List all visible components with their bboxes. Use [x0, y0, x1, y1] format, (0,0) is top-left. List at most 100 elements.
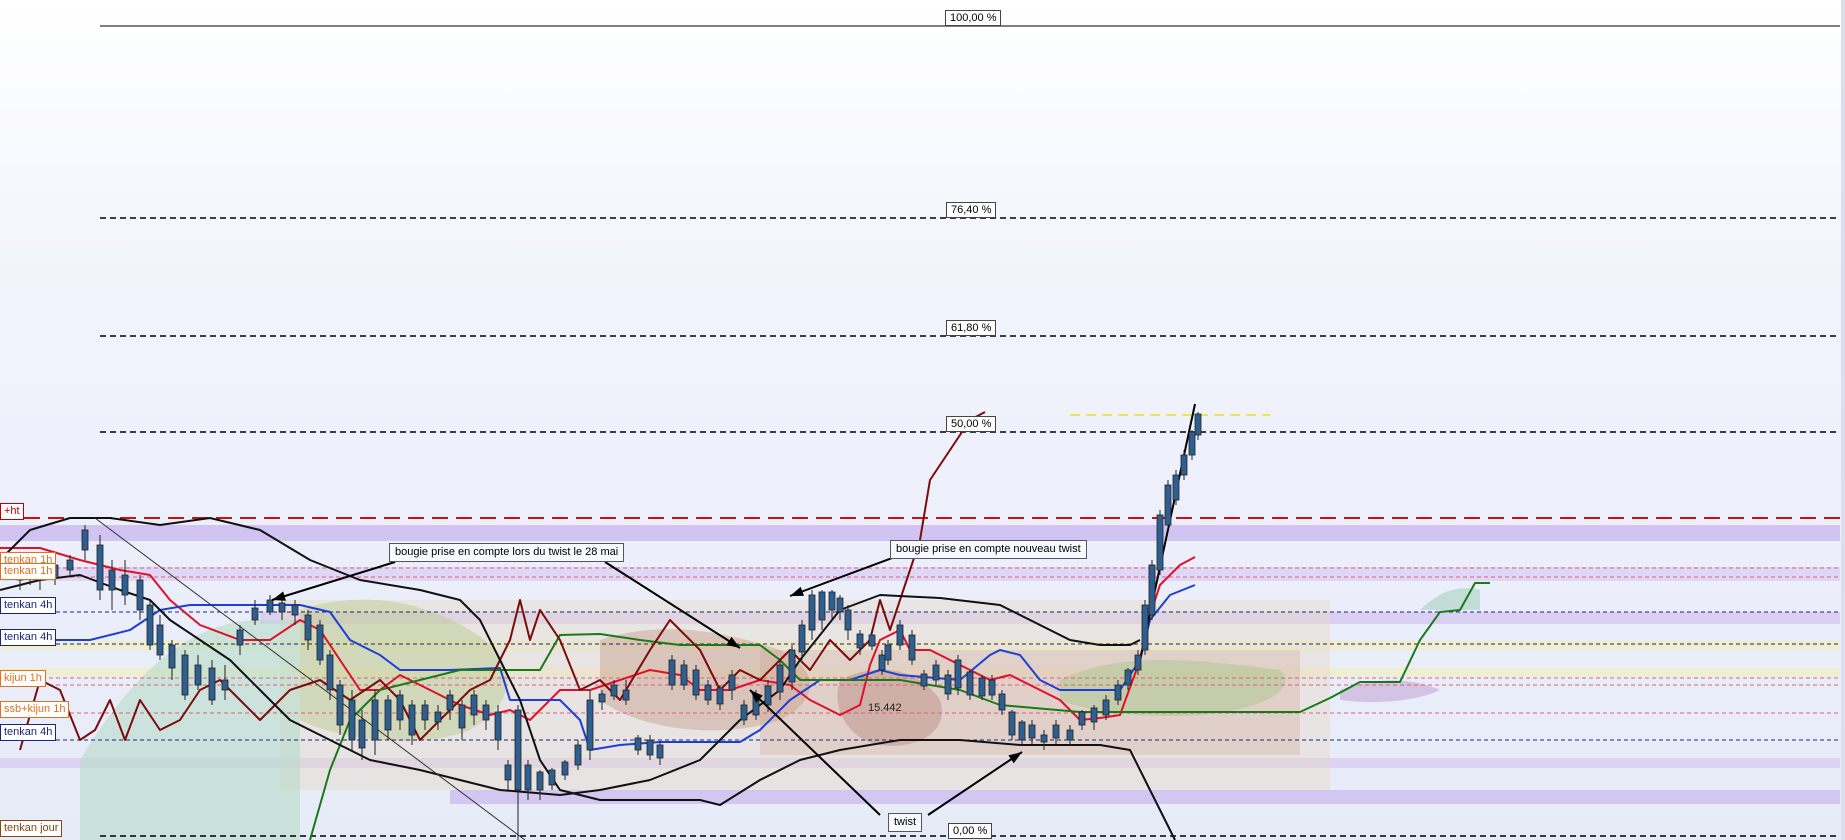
candle-body	[336, 684, 344, 726]
candle-body	[1156, 514, 1164, 571]
candle-body	[1090, 707, 1098, 723]
candle-body	[610, 684, 618, 697]
candle-body	[108, 569, 116, 591]
candle-body	[371, 699, 379, 741]
candle-body	[514, 709, 522, 791]
candle-body	[728, 674, 736, 691]
right-price-axis	[1841, 0, 1845, 840]
candle-body	[776, 664, 784, 693]
candle-body	[221, 679, 229, 691]
candle-body	[954, 659, 962, 689]
candle-body	[266, 599, 274, 613]
candle-body	[278, 602, 286, 613]
candle-body	[434, 711, 442, 723]
candle-body	[828, 591, 836, 611]
callout-twist-28-mai: bougie prise en compte lors du twist le …	[389, 543, 625, 562]
candle-body	[358, 719, 366, 749]
candle-body	[844, 609, 852, 631]
candle-body	[1148, 564, 1156, 616]
candle-body	[561, 761, 569, 776]
candle-body	[1018, 721, 1026, 741]
candle-body	[798, 624, 806, 653]
tag-tenkan-jour: tenkan jour	[0, 820, 63, 837]
candle-body	[1134, 654, 1142, 671]
candle-body	[348, 699, 356, 741]
candle-body	[1124, 669, 1132, 686]
candle-body	[634, 737, 642, 751]
tag-tenkan-4h-a: tenkan 4h	[0, 597, 57, 614]
arrow-twist-28-mai-left-head	[272, 591, 286, 601]
candle-body	[396, 694, 404, 721]
candle-body	[808, 594, 816, 631]
fib-label-50: 50,00 %	[946, 416, 997, 432]
candle-body	[998, 693, 1006, 711]
chart-canvas	[0, 25, 1840, 840]
candle-body	[304, 614, 312, 641]
candle-body	[818, 591, 826, 621]
candle-body	[1040, 734, 1048, 743]
candle-body	[586, 699, 594, 751]
fib-label-0: 0,00 %	[948, 823, 993, 839]
candle-body	[1078, 711, 1086, 726]
chart-stage: 100,00 % 76,40 % 61,80 % 50,00 % 0,00 % …	[0, 0, 1845, 840]
candle-body	[66, 559, 74, 571]
candle-body	[1052, 724, 1060, 739]
candle-body	[504, 764, 512, 781]
candle-body	[408, 704, 416, 736]
price-note: 15.442	[868, 702, 902, 714]
candle-body	[704, 684, 712, 701]
candle-body	[96, 544, 104, 591]
candle-body	[421, 704, 429, 721]
candle-body	[856, 633, 864, 649]
arrow-nouveau-twist-head	[790, 586, 804, 596]
candle-body	[208, 667, 216, 701]
candle-body	[146, 604, 154, 646]
candle-body	[908, 634, 916, 661]
candle-body	[494, 711, 502, 741]
candle-body	[978, 677, 986, 697]
candle-body	[1008, 711, 1016, 736]
candle-body	[458, 704, 466, 729]
candle-body	[868, 634, 876, 647]
candle-body	[932, 664, 940, 681]
candle-body	[194, 664, 202, 686]
candle-body	[988, 679, 996, 696]
candle-body	[740, 704, 748, 721]
candle-body	[1141, 604, 1149, 651]
candle-body	[1188, 431, 1196, 456]
candle-body	[944, 674, 952, 695]
candle-body	[878, 654, 886, 671]
candle-body	[482, 704, 490, 721]
zone-band	[0, 567, 1840, 581]
candle-body	[896, 624, 904, 646]
tag-tenkan-4h-c: tenkan 4h	[0, 724, 57, 741]
candle-body	[1172, 474, 1180, 501]
candle-body	[524, 764, 532, 791]
fib-label-61: 61,80 %	[946, 320, 997, 336]
candle-body	[316, 624, 324, 661]
candle-body	[1114, 684, 1122, 701]
candle-body	[168, 644, 176, 669]
fib-label-100: 100,00 %	[945, 10, 1002, 26]
candle-body	[548, 769, 556, 786]
candle-body	[656, 744, 664, 759]
candle-body	[884, 644, 892, 661]
candle-body	[1164, 484, 1172, 526]
tag-ht: +ht	[0, 503, 24, 520]
candle-body	[1102, 699, 1110, 716]
candle-body	[788, 649, 796, 683]
candle-body	[598, 693, 606, 703]
candle-body	[836, 597, 844, 613]
candle-body	[121, 574, 129, 596]
candle-body	[326, 654, 334, 691]
candle-body	[384, 699, 392, 731]
candle-body	[136, 579, 144, 611]
candle-body	[646, 739, 654, 756]
candle-body	[446, 694, 454, 711]
candle-body	[470, 694, 478, 716]
candle-body	[920, 673, 928, 687]
candle-body	[574, 744, 582, 766]
candle-body	[181, 654, 189, 696]
candle-body	[1066, 729, 1074, 741]
candle-body	[622, 689, 630, 701]
